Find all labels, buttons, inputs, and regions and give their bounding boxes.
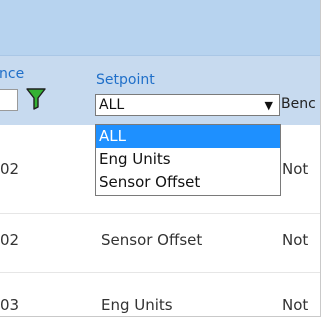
dropdown-option-sensor-offset[interactable]: Sensor Offset <box>96 171 280 194</box>
dropdown-option-eng-units[interactable]: Eng Units <box>96 148 280 171</box>
filter-input-partial[interactable] <box>0 89 18 111</box>
setpoint-dropdown-list[interactable]: ALL Eng Units Sensor Offset <box>95 124 281 196</box>
dropdown-arrow-icon: ▼ <box>264 98 273 112</box>
filter-funnel-icon[interactable] <box>25 86 47 110</box>
column-header-row: nce Setpoint ALL ▼ Benc <box>0 55 320 125</box>
dropdown-option-all[interactable]: ALL <box>96 125 280 148</box>
table-row[interactable]: 03 Eng Units Not <box>0 272 320 316</box>
setpoint-cell: Eng Units <box>101 296 173 314</box>
select-value: ALL <box>99 97 125 113</box>
row-number-cell: 02 <box>0 231 20 249</box>
setpoint-filter-select[interactable]: ALL ▼ <box>95 94 280 116</box>
benchmark-cell: Not <box>282 231 309 249</box>
grid-frame: nce Setpoint ALL ▼ Benc 02 Not 02 Sensor… <box>0 0 321 317</box>
row-number-cell: 03 <box>0 296 20 314</box>
column-label-partial[interactable]: nce <box>0 66 24 82</box>
top-strip <box>0 0 320 55</box>
setpoint-cell: Sensor Offset <box>101 231 203 249</box>
table-row[interactable]: 02 Sensor Offset Not <box>0 213 320 273</box>
row-number-cell: 02 <box>0 160 20 178</box>
setpoint-column-label[interactable]: Setpoint <box>96 72 155 88</box>
benchmark-cell: Not <box>282 296 309 314</box>
benchmark-column-label-partial[interactable]: Benc <box>281 96 316 112</box>
benchmark-cell: Not <box>282 160 309 178</box>
